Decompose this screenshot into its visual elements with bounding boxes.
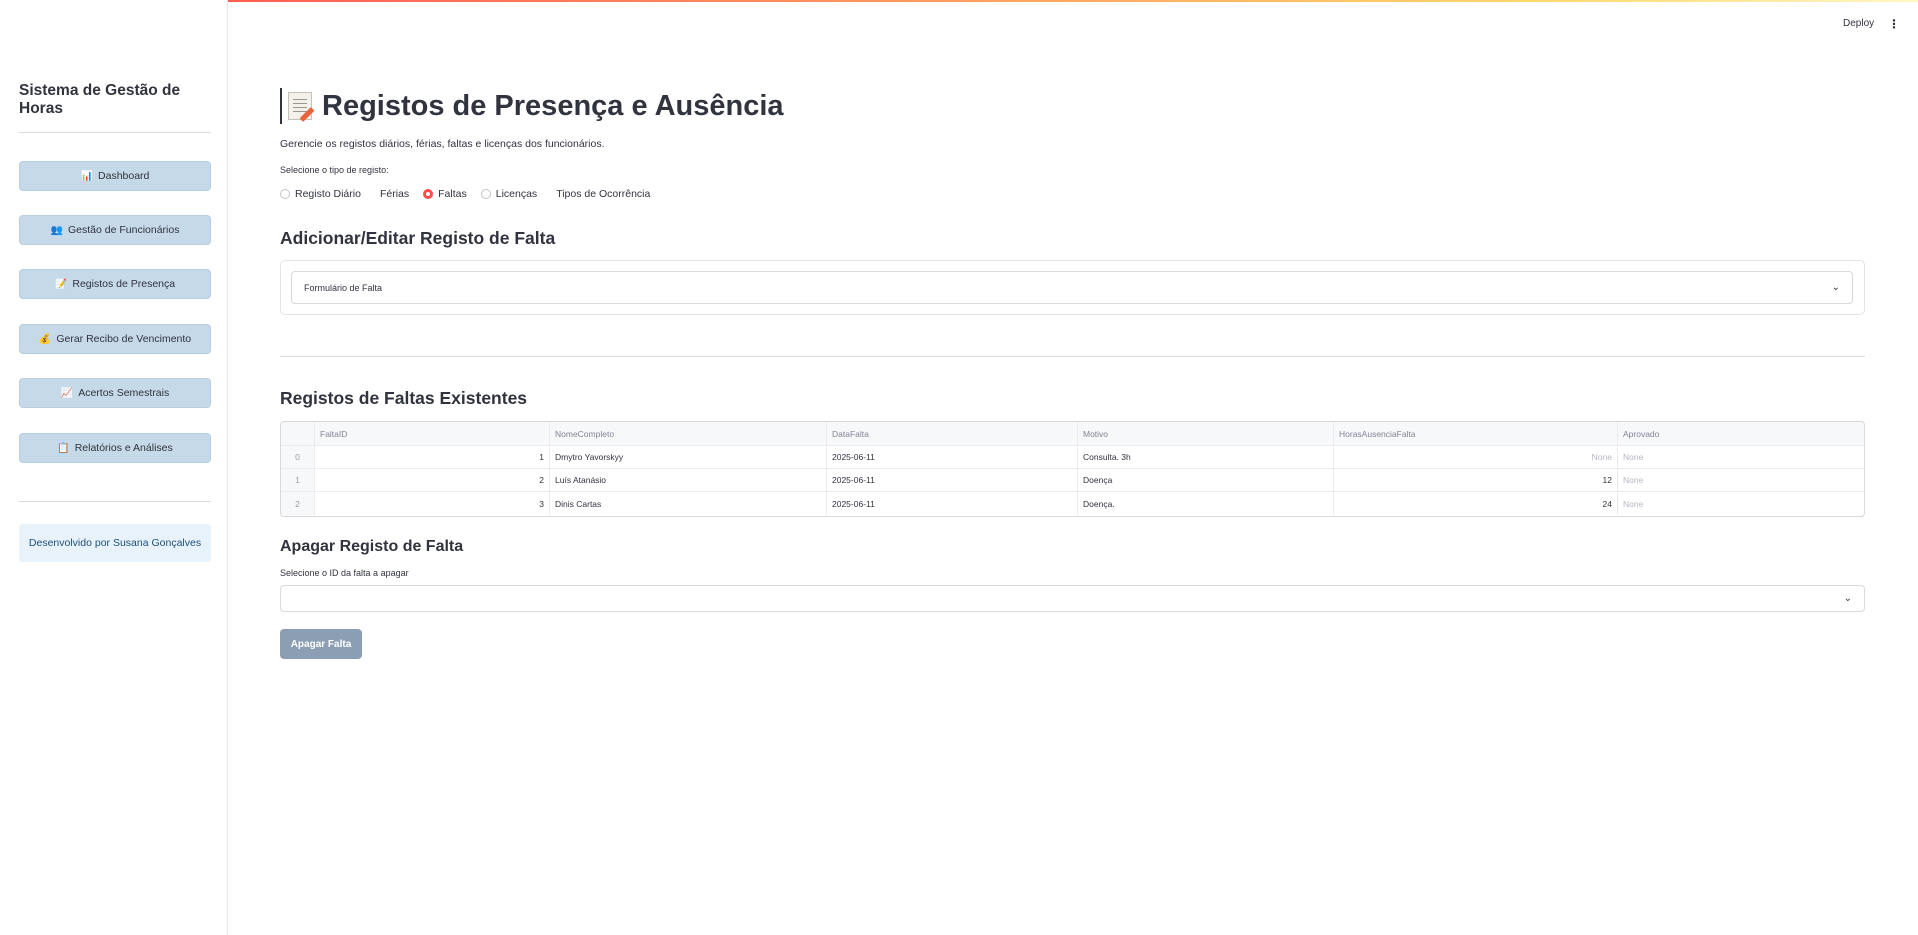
table-cell[interactable]: 2025-06-11 — [827, 469, 1078, 491]
developer-credit: Desenvolvido por Susana Gonçalves — [19, 524, 211, 562]
table-cell[interactable]: None — [1618, 446, 1864, 468]
sidebar: Sistema de Gestão de Horas 📊 Dashboard 👥… — [0, 0, 228, 935]
record-type-label: Selecione o tipo de registo: — [280, 165, 389, 175]
radio-label: Tipos de Ocorrência — [556, 188, 651, 200]
clipboard-icon: 📋 — [57, 442, 70, 454]
form-heading: Adicionar/Editar Registo de Falta — [280, 228, 556, 248]
bar-chart-icon: 📊 — [80, 170, 94, 182]
radio-label: Férias — [379, 188, 410, 200]
nav-button-label: Gerar Recibo de Vencimento — [56, 333, 192, 345]
nav-button-label: Acertos Semestrais — [78, 387, 170, 399]
table-header-row: FaltaID NomeCompleto DataFalta Motivo Ho… — [281, 422, 1864, 446]
section-divider — [280, 356, 1865, 357]
table-cell[interactable]: None — [1334, 446, 1618, 468]
column-header-datafalta[interactable]: DataFalta — [827, 422, 1078, 445]
table-cell[interactable]: Consulta. 3h — [1078, 446, 1334, 468]
nav-button-relatorios[interactable]: 📋 Relatórios e Análises — [19, 433, 211, 463]
main-content: Registos de Presença e Ausência Gerencie… — [280, 0, 1865, 935]
table-cell[interactable]: 2025-06-11 — [827, 446, 1078, 468]
record-type-radio-group: Registo Diário Férias Faltas Licenças Ti… — [280, 188, 664, 200]
radio-faltas[interactable]: Faltas — [423, 188, 467, 200]
chevron-down-icon: ⌄ — [1843, 593, 1852, 604]
sidebar-divider — [19, 132, 211, 133]
delete-falta-button[interactable]: Apagar Falta — [280, 629, 362, 659]
table-cell[interactable]: Dmytro Yavorskyy — [550, 446, 827, 468]
nav-button-dashboard[interactable]: 📊 Dashboard — [19, 161, 211, 191]
table-cell[interactable]: 2025-06-11 — [827, 492, 1078, 515]
delete-heading: Apagar Registo de Falta — [280, 538, 464, 555]
chevron-down-icon: ⌄ — [1831, 282, 1840, 293]
page-subtitle: Gerencie os registos diários, férias, fa… — [280, 138, 605, 150]
memo-icon — [288, 92, 312, 120]
form-container: Formulário de Falta ⌄ — [280, 260, 1865, 315]
memo-icon: 📝 — [54, 278, 68, 290]
delete-select-label: Selecione o ID da falta a apagar — [280, 568, 409, 578]
column-header-motivo[interactable]: Motivo — [1078, 422, 1334, 445]
table-row: 0 1 Dmytro Yavorskyy 2025-06-11 Consulta… — [281, 446, 1864, 469]
table-cell[interactable]: 24 — [1334, 492, 1618, 515]
nav-button-gestao-funcionarios[interactable]: 👥 Gestão de Funcionários — [19, 215, 211, 245]
table-heading: Registos de Faltas Existentes — [280, 388, 528, 408]
people-icon: 👥 — [50, 224, 63, 236]
table-cell[interactable]: 12 — [1334, 469, 1618, 491]
page-title: Registos de Presença e Ausência — [280, 88, 784, 124]
kebab-menu-icon[interactable]: ⋮ — [1888, 17, 1900, 31]
sidebar-title: Sistema de Gestão de Horas — [19, 82, 181, 117]
radio-circle-selected — [423, 189, 434, 199]
table-cell[interactable]: 2 — [315, 469, 550, 491]
nav-button-label: Registos de Presença — [72, 278, 176, 290]
column-header-horas[interactable]: HorasAusenciaFalta — [1334, 422, 1618, 445]
faltas-table: FaltaID NomeCompleto DataFalta Motivo Ho… — [280, 421, 1865, 517]
radio-circle — [480, 189, 491, 199]
nav-button-label: Dashboard — [98, 170, 150, 182]
row-index: 2 — [281, 492, 315, 515]
radio-registo-diario[interactable]: Registo Diário — [280, 188, 361, 200]
radio-label: Licenças — [495, 188, 538, 200]
table-cell[interactable]: None — [1618, 492, 1864, 515]
page-title-text: Registos de Presença e Ausência — [322, 89, 784, 122]
nav-button-acertos-semestrais[interactable]: 📈 Acertos Semestrais — [19, 378, 211, 408]
table-cell[interactable]: None — [1618, 469, 1864, 491]
nav-button-label: Relatórios e Análises — [74, 442, 173, 454]
delete-id-select[interactable]: ⌄ — [280, 585, 1865, 612]
table-cell[interactable]: Luís Atanásio — [550, 469, 827, 491]
table-cell[interactable]: Doença — [1078, 469, 1334, 491]
row-index: 1 — [281, 469, 315, 491]
radio-tipos-ocorrencia[interactable]: Tipos de Ocorrência — [551, 188, 650, 200]
table-row: 2 3 Dinis Cartas 2025-06-11 Doença. 24 N… — [281, 492, 1864, 515]
nav-button-label: Gestão de Funcionários — [67, 224, 180, 236]
sidebar-divider — [19, 501, 211, 502]
column-header-faltaid[interactable]: FaltaID — [315, 422, 550, 445]
table-cell[interactable]: 3 — [315, 492, 550, 515]
form-expander[interactable]: Formulário de Falta ⌄ — [291, 271, 1853, 304]
radio-licencas[interactable]: Licenças — [480, 188, 538, 200]
nav-button-gerar-recibo[interactable]: 💰 Gerar Recibo de Vencimento — [19, 324, 211, 354]
radio-circle — [280, 189, 290, 199]
table-cell[interactable]: 1 — [315, 446, 550, 468]
money-bag-icon: 💰 — [38, 333, 52, 345]
radio-ferias[interactable]: Férias — [375, 188, 409, 200]
expander-label: Formulário de Falta — [304, 282, 383, 293]
column-header-aprovado[interactable]: Aprovado — [1618, 422, 1864, 445]
column-header-index — [281, 422, 315, 445]
row-index: 0 — [281, 446, 315, 468]
trend-chart-icon: 📈 — [60, 387, 74, 399]
radio-label: Registo Diário — [295, 188, 361, 200]
radio-label: Faltas — [438, 188, 467, 200]
nav-button-registos-presenca[interactable]: 📝 Registos de Presença — [19, 269, 211, 299]
table-cell[interactable]: Dinis Cartas — [550, 492, 827, 515]
table-cell[interactable]: Doença. — [1078, 492, 1334, 515]
table-row: 1 2 Luís Atanásio 2025-06-11 Doença 12 N… — [281, 469, 1864, 492]
column-header-nomecompleto[interactable]: NomeCompleto — [550, 422, 827, 445]
